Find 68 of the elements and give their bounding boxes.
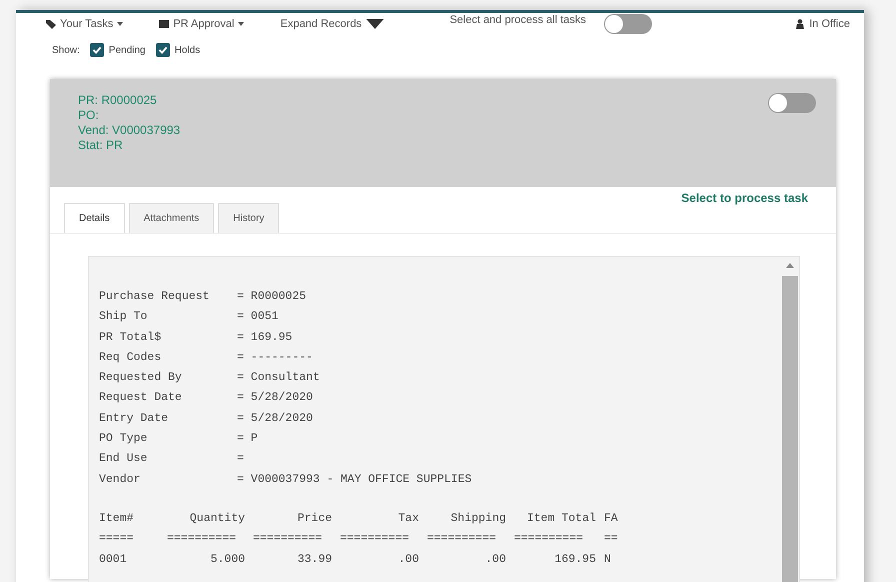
separator-text: == — [604, 531, 619, 548]
tab[interactable]: History — [218, 203, 280, 233]
field-value: = Consultant — [237, 370, 321, 386]
person-icon — [795, 19, 806, 29]
field-value: = 5/28/2020 — [237, 410, 314, 427]
scrollbar-thumb[interactable] — [782, 276, 798, 582]
table-cell-text: .00 — [484, 552, 506, 568]
toolbar-menu[interactable]: PR Approval — [159, 18, 244, 30]
checkbox-label: Holds — [174, 44, 200, 56]
column-header: Shipping — [450, 510, 506, 527]
table-cell-text: 0001 — [99, 552, 128, 568]
scroll-up-icon[interactable] — [786, 263, 794, 268]
toolbar-menu[interactable]: Your Tasks — [46, 18, 124, 30]
field-value: = P — [237, 431, 259, 448]
column-header: Quantity — [188, 510, 245, 527]
toggle-label: Select and process all tasks — [450, 14, 586, 26]
status-label: In Office — [795, 18, 850, 30]
table-cell-text: N — [604, 552, 612, 568]
tab[interactable]: Attachments — [128, 203, 214, 233]
tag-icon — [46, 19, 56, 29]
checkbox-label: Pending — [108, 44, 146, 56]
tab[interactable]: Details — [64, 203, 125, 233]
column-header: Item Total — [526, 510, 596, 527]
field-value: = — [237, 451, 245, 468]
table-cell-text: 5.000 — [209, 552, 245, 568]
toggle-switch[interactable] — [604, 14, 652, 34]
checkbox[interactable] — [156, 43, 170, 57]
table-cell-text: 169.95 — [554, 552, 596, 568]
header-text: PO: — [78, 108, 100, 123]
separator-text: ========== — [340, 531, 410, 548]
caret-icon — [238, 22, 244, 26]
column-header: FA — [604, 510, 619, 527]
header-text: Stat: PR — [78, 138, 124, 153]
field-label: Req Codes — [99, 350, 162, 366]
toggle-switch[interactable] — [768, 93, 816, 113]
checkbox[interactable] — [90, 43, 104, 57]
field-label: PO Type — [99, 431, 148, 448]
field-label: Purchase Request — [99, 289, 210, 305]
header-text: PR: R0000025 — [78, 93, 158, 108]
field-label: Ship To — [99, 309, 148, 326]
caret-icon — [366, 19, 384, 29]
column-header: Item# — [99, 510, 135, 527]
field-label: Requested By — [99, 370, 183, 386]
field-label: Request Date — [99, 390, 183, 406]
field-value: = 0051 — [237, 309, 280, 326]
column-header: Price — [296, 510, 332, 527]
field-value: = R0000025 — [237, 289, 308, 305]
caret-icon — [117, 22, 124, 26]
field-value: = --------- — [237, 350, 314, 366]
field-label: Vendor — [99, 472, 142, 488]
separator-text: ========== — [253, 531, 324, 548]
separator-text: ========== — [167, 531, 238, 548]
separator-text: ========== — [427, 531, 498, 548]
table-cell-text: .00 — [397, 552, 419, 568]
table-cell-text: 33.99 — [296, 552, 332, 568]
field-label: End Use — [99, 451, 148, 468]
field-label: Entry Date — [99, 410, 170, 427]
field-value: = 169.95 — [237, 330, 294, 346]
field-label: PR Total$ — [99, 330, 162, 346]
separator-text: ===== — [99, 531, 135, 548]
separator-text: ========== — [514, 531, 584, 548]
field-value: = V000037993 - MAY OFFICE SUPPLIES — [237, 472, 473, 488]
column-header: Tax — [397, 510, 419, 527]
header-text: Vend: V000037993 — [78, 123, 180, 138]
process-hint: Select to process task — [681, 191, 808, 205]
expand-records-button[interactable]: Expand Records — [280, 18, 384, 30]
show-label: Show: — [52, 44, 80, 56]
field-value: = 5/28/2020 — [237, 390, 314, 406]
